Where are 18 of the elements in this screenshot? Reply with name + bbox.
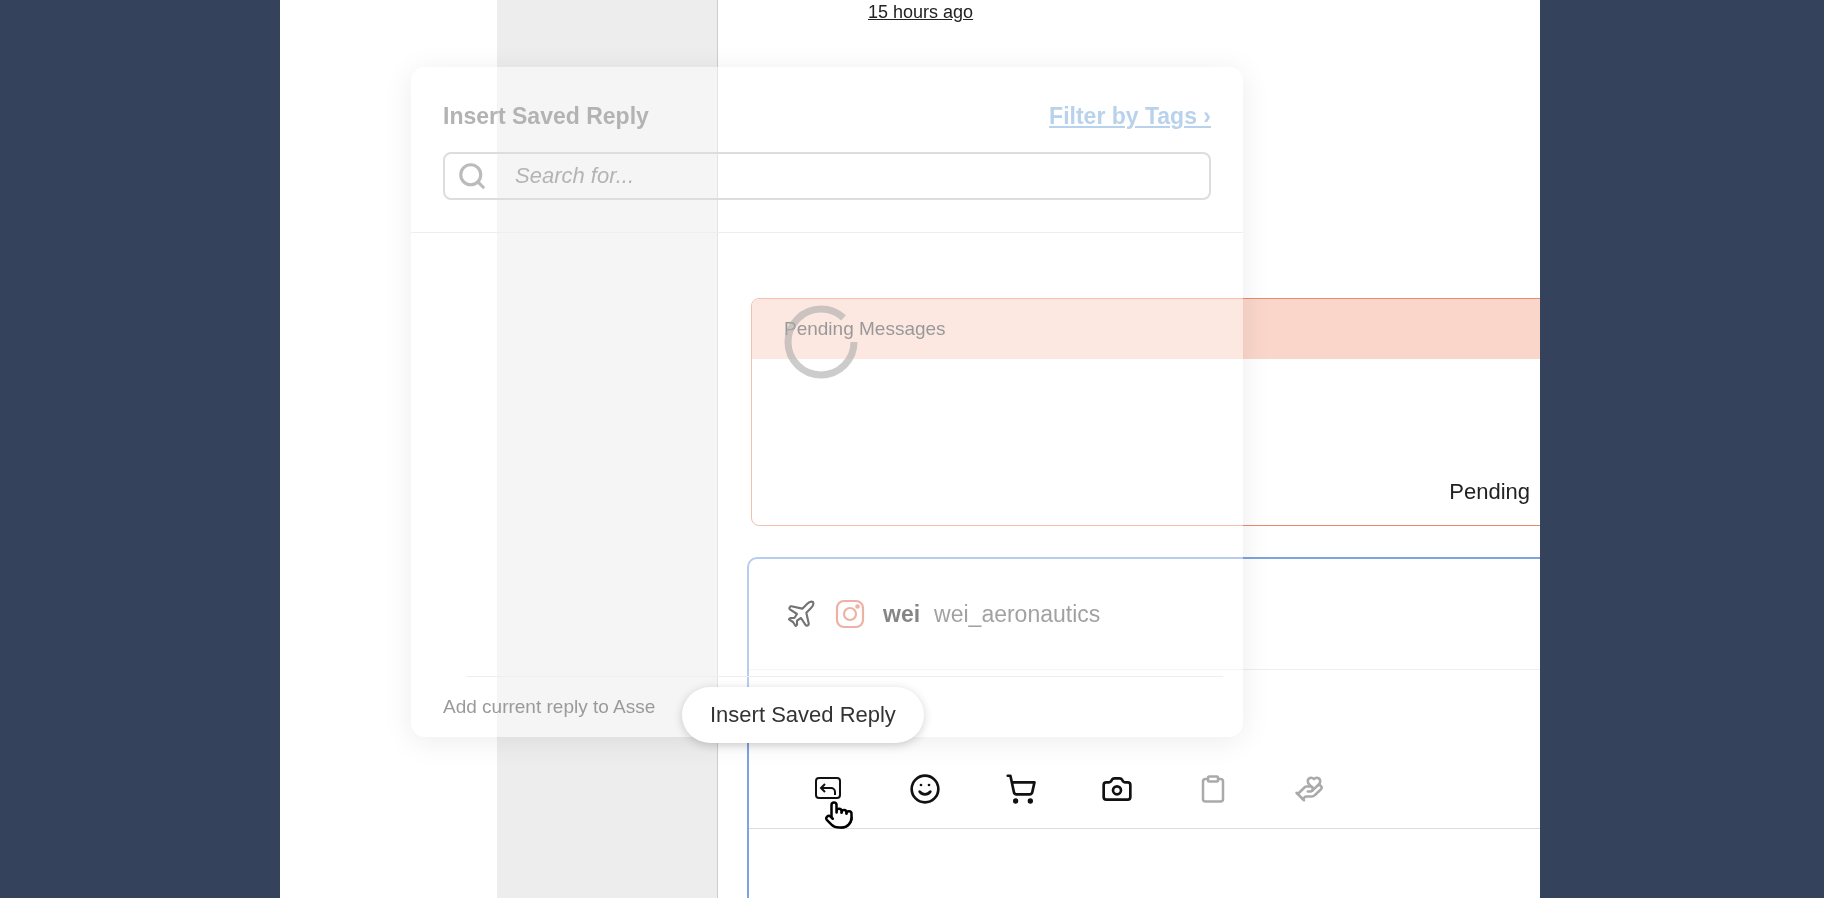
- search-icon: [457, 161, 487, 191]
- footer-text: Add current reply to Asse: [443, 696, 656, 718]
- hand-cursor-icon: [824, 800, 854, 830]
- search-field[interactable]: Search for...: [443, 152, 1211, 200]
- plane-icon: [785, 598, 817, 630]
- pending-status: Pending: [1449, 479, 1530, 505]
- account-name: wei: [883, 600, 921, 628]
- tooltip: Insert Saved Reply: [682, 687, 924, 743]
- instagram-icon: [835, 599, 865, 629]
- cart-icon: [1005, 773, 1037, 805]
- toolbar-button[interactable]: [907, 771, 943, 807]
- pending-title: Pending Messages: [752, 299, 1540, 359]
- account-handle: wei_aeronautics: [934, 600, 1101, 628]
- toolbar-button[interactable]: [1003, 771, 1039, 807]
- popup-title: Insert Saved Reply: [443, 103, 649, 130]
- smiley-icon: [909, 773, 941, 805]
- hand-icon: [1294, 774, 1324, 804]
- timestamp-link[interactable]: 15 hours ago: [868, 2, 974, 23]
